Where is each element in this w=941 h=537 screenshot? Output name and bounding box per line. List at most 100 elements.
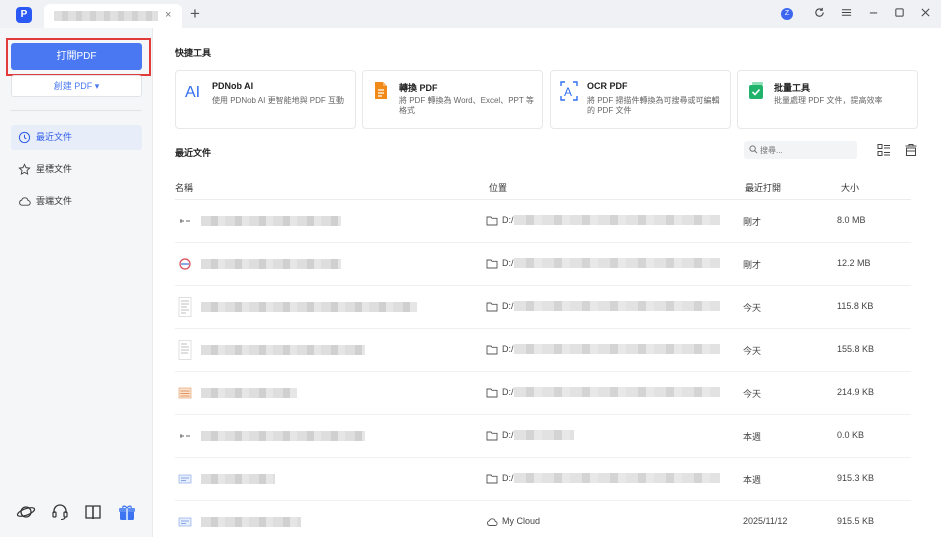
last-opened: 今天 [743,346,762,356]
book-icon[interactable] [83,502,103,522]
title-bar: P × + Z [0,0,941,28]
file-size: 915.5 KB [837,516,875,526]
table-row[interactable]: My Cloud 2025/11/12 915.5 KB [175,501,911,537]
location-text: D:/ [502,387,514,397]
document-tab[interactable]: × [44,4,182,28]
table-row[interactable]: D:/ 本週 915.3 KB [175,458,911,501]
table-row[interactable]: D:/ 本週 0.0 KB [175,415,911,458]
location-redacted [514,301,720,311]
search-icon [749,145,758,154]
tool-name: 批量工具 [774,83,811,93]
folder-icon [486,474,498,484]
location-redacted [514,215,720,225]
maximize-icon[interactable] [890,5,908,23]
svg-text:A: A [564,85,572,99]
search-box[interactable] [744,141,857,159]
location-text: My Cloud [502,516,541,526]
file-size: 115.8 KB [837,301,874,311]
gift-icon[interactable] [117,502,137,522]
last-opened: 本週 [743,432,762,442]
column-header-location[interactable]: 位置 [489,181,507,194]
sidebar-item-starred[interactable]: 星標文件 [11,157,142,182]
search-input[interactable] [760,143,850,157]
folder-icon [486,345,498,355]
file-size: 8.0 MB [837,215,866,225]
sidebar: 打開PDF 創建 PDF ▾ 最近文件 星標文件 雲端文件 [0,28,153,537]
column-header-size[interactable]: 大小 [841,181,859,194]
tool-card-batch-tools[interactable]: 批量工具 批量處理 PDF 文件，提高效率 [737,70,918,129]
location-redacted [514,344,720,354]
file-size: 12.2 MB [837,258,871,268]
list-view-icon[interactable] [877,143,891,157]
file-size: 915.3 KB [837,473,875,483]
last-opened: 2025/11/12 [743,516,788,526]
column-header-name[interactable]: 名稱 [175,181,193,194]
location-text: D:/ [502,301,514,311]
last-opened: 剛才 [743,217,762,227]
file-name-redacted [201,302,417,312]
column-header-last-opened[interactable]: 最近打開 [745,181,781,194]
table-row[interactable]: D:/ 今天 115.8 KB [175,286,911,329]
table-row[interactable]: D:/ 今天 214.9 KB [175,372,911,415]
tool-card-ocr-pdf[interactable]: A OCR PDF 將 PDF 掃描件轉換為可搜尋或可編輯的 PDF 文件 [550,70,731,129]
menu-icon[interactable] [837,5,855,23]
table-row[interactable]: D:/ 剛才 8.0 MB [175,200,911,243]
tool-name: 轉換 PDF [399,83,438,93]
sidebar-item-label: 最近文件 [36,132,73,142]
tool-name: PDNob AI [212,81,254,91]
cloud-icon [487,518,498,526]
last-opened: 今天 [743,303,762,313]
folder-icon [486,216,498,226]
file-thumbnail [178,254,192,274]
file-thumbnail [178,383,192,403]
sidebar-item-label: 雲端文件 [36,196,73,206]
trash-icon[interactable] [904,143,918,157]
sidebar-item-recent[interactable]: 最近文件 [11,125,142,150]
location-text: D:/ [502,344,514,354]
tab-title-redacted [54,11,158,21]
open-pdf-button[interactable]: 打開PDF [11,43,142,70]
clock-icon [18,131,31,144]
recent-files-title: 最近文件 [175,148,212,158]
cloud-icon [19,197,31,206]
location-text: D:/ [502,430,514,440]
create-pdf-button[interactable]: 創建 PDF ▾ [11,75,142,97]
folder-icon [486,388,498,398]
planet-icon[interactable] [16,502,36,522]
refresh-icon[interactable] [810,5,828,23]
file-thumbnail [178,340,192,360]
file-size: 155.8 KB [837,344,875,354]
location-text: D:/ [502,473,514,483]
headset-icon[interactable] [50,502,70,522]
location-redacted [514,473,720,483]
ai-icon: AI [185,84,200,101]
user-avatar[interactable]: Z [781,8,793,20]
location-redacted [514,258,720,268]
file-thumbnail [178,297,192,317]
tool-desc: 使用 PDNob AI 更智能地與 PDF 互動 [212,96,345,105]
table-row[interactable]: D:/ 今天 155.8 KB [175,329,911,372]
tool-desc: 批量處理 PDF 文件，提高效率 [774,96,883,105]
file-thumbnail [178,512,192,532]
tab-close-icon[interactable]: × [165,9,171,21]
tool-name: OCR PDF [587,81,628,91]
tool-card-convert-pdf[interactable]: 轉換 PDF 將 PDF 轉換為 Word、Excel、PPT 等格式 [362,70,543,129]
new-tab-icon[interactable]: + [190,4,200,24]
folder-icon [486,302,498,312]
minimize-icon[interactable] [864,5,882,23]
sidebar-item-cloud[interactable]: 雲端文件 [11,189,142,214]
svg-text:AI: AI [185,84,200,101]
tool-card-pdnob-ai[interactable]: AI PDNob AI 使用 PDNob AI 更智能地與 PDF 互動 [175,70,356,129]
table-row[interactable]: D:/ 剛才 12.2 MB [175,243,911,286]
star-icon [18,163,31,175]
sidebar-divider [10,110,142,111]
file-thumbnail [178,469,192,489]
location-redacted [514,430,574,440]
quick-tools-title: 快捷工具 [175,48,212,58]
last-opened: 剛才 [743,260,762,270]
file-size: 214.9 KB [837,387,875,397]
file-name-redacted [201,216,341,226]
close-icon[interactable] [916,5,934,23]
folder-icon [486,259,498,269]
batch-icon [749,82,763,99]
